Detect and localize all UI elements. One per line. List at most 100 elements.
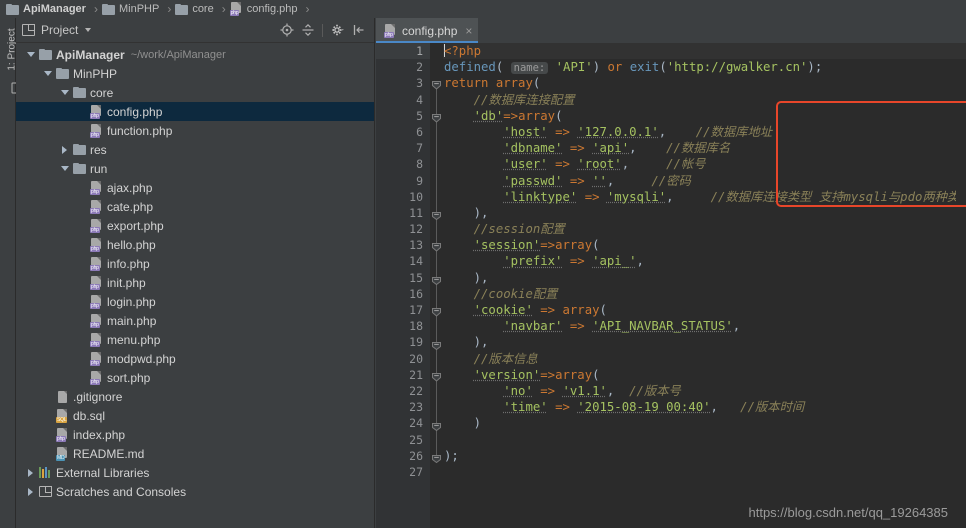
scratches-icon [39,486,52,497]
code-line: //版本信息 [473,351,538,366]
line-number: 8 [416,157,423,172]
breadcrumb-label: MinPHP [118,3,160,15]
tree-item-modpwd-php[interactable]: php modpwd.php [16,349,374,368]
breadcrumb-item-apimanager[interactable]: ApiManager [6,0,88,18]
editor-tab-configphp[interactable]: php config.php × [376,18,479,43]
tree-item-login-php[interactable]: php login.php [16,292,374,311]
line-number: 10 [409,189,423,204]
tree-item-apimanager[interactable]: ApiManager ~/work/ApiManager [16,45,374,64]
hide-panel-icon[interactable] [349,20,369,40]
tree-item-config-php[interactable]: php config.php [16,102,374,121]
breadcrumb-item-minphp[interactable]: MinPHP [101,0,161,18]
expand-arrow-right-icon[interactable] [28,468,33,477]
tree-item-scratches-and-consoles[interactable]: Scratches and Consoles [16,482,374,501]
code-line: 'no' => 'v1.1', //版本号 [503,383,681,398]
tree-item-label: menu.php [107,332,161,347]
php-file-icon: php [90,256,103,271]
line-number: 7 [416,141,423,156]
breadcrumb-label: ApiManager [23,3,86,15]
expand-arrow-right-icon[interactable] [62,145,67,154]
tree-item-label: main.php [107,313,157,328]
line-number: 24 [409,416,423,431]
line-number: 6 [416,124,423,139]
breadcrumb-item-configphp[interactable]: php config.php [229,0,300,18]
tree-item-res[interactable]: res [16,140,374,159]
tree-item-cate-php[interactable]: php cate.php [16,197,374,216]
code-line: //cookie配置 [473,286,558,301]
php-file-icon: php [90,351,103,366]
fold-marker[interactable] [431,419,442,431]
fold-marker[interactable] [431,111,442,123]
tree-item-label: cate.php [107,199,154,214]
expand-arrow-down-icon[interactable] [60,90,69,95]
fold-marker[interactable] [431,208,442,221]
editor-tab-bar: php config.php × [376,18,966,43]
fold-marker[interactable] [431,240,442,253]
code-line: 'cookie' => array( [473,303,607,317]
tree-icon-slot: php [88,256,105,271]
expand-arrow-down-icon[interactable] [60,166,69,171]
tree-item-minphp[interactable]: MinPHP [16,64,374,83]
tree-item-menu-php[interactable]: php menu.php [16,330,374,349]
tree-item-ajax-php[interactable]: php ajax.php [16,178,374,197]
tree-item-hello-php[interactable]: php hello.php [16,235,374,254]
settings-gear-icon[interactable] [328,20,348,40]
tree-item-label: login.php [107,294,156,309]
tree-item-info-php[interactable]: php info.php [16,254,374,273]
php-file-icon: php [90,370,103,385]
fold-marker[interactable] [431,305,442,317]
tree-icon-slot [37,467,54,478]
tree-item-index-php[interactable]: php index.php [16,425,374,444]
tree-item-label: export.php [107,218,164,233]
code-line: ); [444,448,459,463]
tree-item-export-php[interactable]: php export.php [16,216,374,235]
collapse-all-icon[interactable] [298,20,318,40]
fold-marker[interactable] [431,451,442,464]
code-line: defined( name: 'API') or exit('http://gw… [444,60,823,75]
tree-icon-slot: php [88,370,105,385]
project-tree[interactable]: ApiManager ~/work/ApiManager MinPHP core php… [16,43,374,528]
code-line: 'navbar' => 'API_NAVBAR_STATUS', [503,319,741,334]
expand-arrow-down-icon[interactable] [43,71,52,76]
tree-item-init-php[interactable]: php init.php [16,273,374,292]
tree-item-label: init.php [107,275,146,290]
tree-icon-slot [71,163,88,174]
fold-marker[interactable] [431,370,442,382]
fold-marker[interactable] [431,338,442,350]
breadcrumb-label: core [192,3,214,15]
tree-item-label: sort.php [107,370,151,385]
code-line: 'dbname' => 'api', //数据库名 [503,141,731,156]
breadcrumb-item-core[interactable]: core [175,0,215,18]
code-folding-column[interactable] [430,43,443,528]
code-content[interactable]: <?php defined( name: 'API') or exit('http… [443,43,966,528]
tree-item-function-php[interactable]: php function.php [16,121,374,140]
close-icon[interactable]: × [465,25,472,37]
tree-item-main-php[interactable]: php main.php [16,311,374,330]
tree-item-gitignore[interactable]: .gitignore [16,387,374,406]
expand-arrow-down-icon[interactable] [26,52,35,57]
editor-area: php config.php × 1 2 3 4 5 6 7 8 9 10 11 12 13 14 15 16… [376,18,966,528]
chevron-down-icon[interactable] [85,28,92,32]
tree-item-readme-md[interactable]: MD README.md [16,444,374,463]
line-number: 13 [409,238,423,253]
expand-arrow-right-icon[interactable] [28,487,33,496]
tree-item-external-libraries[interactable]: External Libraries [16,463,374,482]
editor-vertical-scrollbar[interactable] [956,68,966,528]
line-number: 23 [409,400,423,415]
locate-icon[interactable] [277,20,297,40]
tree-item-label: ajax.php [107,180,153,195]
tree-item-core[interactable]: core [16,83,374,102]
line-number: 12 [409,222,423,237]
fold-marker[interactable] [431,273,442,285]
tree-arrow-slot [58,166,71,171]
tree-icon-slot: php [88,294,105,309]
line-number: 20 [409,351,423,366]
project-tool-window: Project ApiManager ~/work/ApiManager Min… [16,18,375,528]
tree-item-db-sql[interactable]: SQL db.sql [16,406,374,425]
tree-item-sort-php[interactable]: php sort.php [16,368,374,387]
tree-item-run[interactable]: run [16,159,374,178]
folder-icon [175,3,189,15]
php-file-icon: php [90,313,103,328]
code-editor[interactable]: 1 2 3 4 5 6 7 8 9 10 11 12 13 14 15 16 17 18 19 20 21 22 23 24 2… [376,43,966,528]
fold-marker[interactable] [431,78,442,91]
